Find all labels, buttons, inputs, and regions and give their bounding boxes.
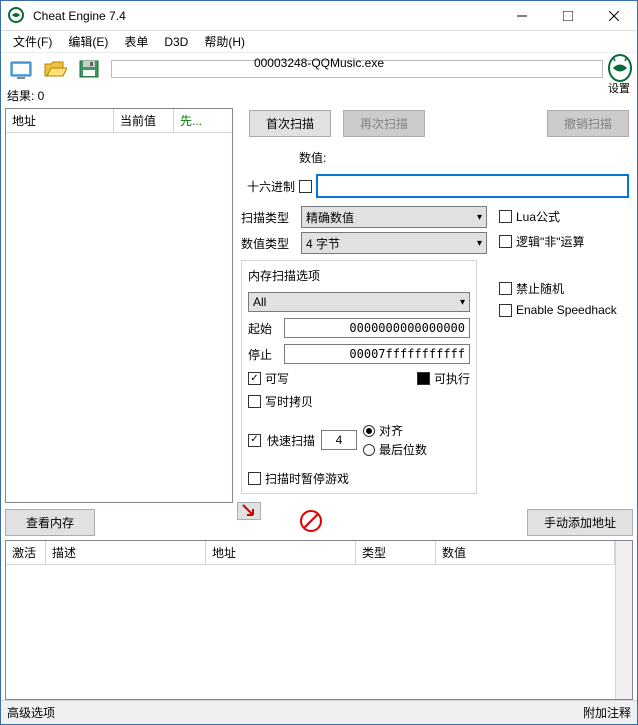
writable-checkbox[interactable] xyxy=(248,372,261,385)
not-label: 逻辑"非"运算 xyxy=(516,233,585,250)
menu-help[interactable]: 帮助(H) xyxy=(196,31,253,52)
titlebar: Cheat Engine 7.4 xyxy=(1,1,637,31)
no-symbol-icon xyxy=(299,522,323,536)
stop-label: 停止 xyxy=(248,346,278,363)
main-area: 地址 当前值 先... 首次扫描 再次扫描 撤销扫描 数值: 十六进制 扫描类型 xyxy=(1,106,637,505)
table-scrollbar[interactable] xyxy=(615,541,632,699)
last-digits-radio[interactable] xyxy=(363,444,375,456)
pause-game-label: 扫描时暂停游戏 xyxy=(265,470,349,487)
fast-scan-value-input[interactable] xyxy=(321,430,357,450)
lua-label: Lua公式 xyxy=(516,208,560,225)
executable-label: 可执行 xyxy=(434,370,470,387)
add-address-manual-button[interactable]: 手动添加地址 xyxy=(527,509,633,536)
align-label: 对齐 xyxy=(379,422,403,439)
results-list[interactable]: 地址 当前值 先... xyxy=(5,108,233,503)
menu-edit[interactable]: 编辑(E) xyxy=(60,31,116,52)
view-memory-button[interactable]: 查看内存 xyxy=(5,509,95,536)
scan-panel: 首次扫描 再次扫描 撤销扫描 数值: 十六进制 扫描类型 精确数值 ▾ xyxy=(233,106,637,505)
address-table-body xyxy=(6,565,615,699)
chevron-down-icon: ▾ xyxy=(460,297,465,308)
th-active[interactable]: 激活 xyxy=(6,541,46,564)
mem-options-title: 内存扫描选项 xyxy=(248,267,470,284)
disable-random-label: 禁止随机 xyxy=(516,280,564,297)
mid-toolbar: 查看内存 手动添加地址 xyxy=(1,505,637,540)
scan-type-label: 扫描类型 xyxy=(241,209,295,226)
table-comment-link[interactable]: 附加注释 xyxy=(583,704,631,721)
maximize-button[interactable] xyxy=(545,1,591,31)
minimize-button[interactable] xyxy=(499,1,545,31)
close-button[interactable] xyxy=(591,1,637,31)
speedhack-label: Enable Speedhack xyxy=(516,303,617,317)
not-checkbox[interactable] xyxy=(499,235,512,248)
results-list-header: 地址 当前值 先... xyxy=(6,109,232,133)
hex-checkbox[interactable] xyxy=(299,180,312,193)
menu-d3d[interactable]: D3D xyxy=(156,33,196,51)
disable-random-checkbox[interactable] xyxy=(499,282,512,295)
last-digits-label: 最后位数 xyxy=(379,441,427,458)
mem-region-select[interactable]: All ▾ xyxy=(248,292,470,312)
col-address[interactable]: 地址 xyxy=(6,109,114,132)
undo-scan-button: 撤销扫描 xyxy=(547,110,629,137)
window-title: Cheat Engine 7.4 xyxy=(33,9,499,23)
statusbar: 高级选项 附加注释 xyxy=(1,700,637,724)
menubar: 文件(F) 编辑(E) 表单 D3D 帮助(H) xyxy=(1,31,637,53)
writable-label: 可写 xyxy=(265,370,289,387)
value-type-label: 数值类型 xyxy=(241,235,295,252)
pause-game-checkbox[interactable] xyxy=(248,472,261,485)
th-type[interactable]: 类型 xyxy=(356,541,436,564)
settings-link[interactable]: 设置 xyxy=(608,80,630,96)
advanced-options-link[interactable]: 高级选项 xyxy=(7,704,55,721)
address-table-header: 激活 描述 地址 类型 数值 xyxy=(6,541,615,565)
results-list-body xyxy=(6,133,232,502)
copy-on-write-label: 写时拷贝 xyxy=(265,393,313,410)
fast-scan-checkbox[interactable] xyxy=(248,434,261,447)
scan-type-select[interactable]: 精确数值 ▾ xyxy=(301,206,487,228)
th-desc[interactable]: 描述 xyxy=(46,541,206,564)
copy-on-write-checkbox[interactable] xyxy=(248,395,261,408)
menu-table[interactable]: 表单 xyxy=(116,31,156,52)
menu-file[interactable]: 文件(F) xyxy=(5,31,60,52)
value-label: 数值: xyxy=(299,149,326,166)
open-file-button[interactable] xyxy=(39,55,71,83)
start-label: 起始 xyxy=(248,320,278,337)
save-button[interactable] xyxy=(73,55,105,83)
fast-scan-label: 快速扫描 xyxy=(267,432,315,449)
col-previous[interactable]: 先... xyxy=(174,109,232,132)
value-type-select[interactable]: 4 字节 ▾ xyxy=(301,232,487,254)
results-count-label: 结果: 0 xyxy=(1,85,637,106)
toolbar: 00003248-QQMusic.exe xyxy=(1,53,637,85)
process-name-label: 00003248-QQMusic.exe xyxy=(254,56,384,70)
address-table[interactable]: 激活 描述 地址 类型 数值 xyxy=(5,540,633,700)
speedhack-checkbox[interactable] xyxy=(499,304,512,317)
stop-address-input[interactable] xyxy=(284,344,470,364)
th-address[interactable]: 地址 xyxy=(206,541,356,564)
executable-checkbox[interactable] xyxy=(417,372,430,385)
col-current[interactable]: 当前值 xyxy=(114,109,174,132)
hex-label: 十六进制 xyxy=(241,178,295,195)
value-input[interactable] xyxy=(316,174,629,198)
th-value[interactable]: 数值 xyxy=(436,541,615,564)
align-radio[interactable] xyxy=(363,425,375,437)
open-process-button[interactable] xyxy=(5,55,37,83)
memory-scan-options: 内存扫描选项 All ▾ 起始 停止 xyxy=(241,260,477,494)
chevron-down-icon: ▾ xyxy=(477,238,482,249)
first-scan-button[interactable]: 首次扫描 xyxy=(249,110,331,137)
lua-checkbox[interactable] xyxy=(499,210,512,223)
chevron-down-icon: ▾ xyxy=(477,212,482,223)
app-icon xyxy=(7,6,27,26)
start-address-input[interactable] xyxy=(284,318,470,338)
next-scan-button: 再次扫描 xyxy=(343,110,425,137)
